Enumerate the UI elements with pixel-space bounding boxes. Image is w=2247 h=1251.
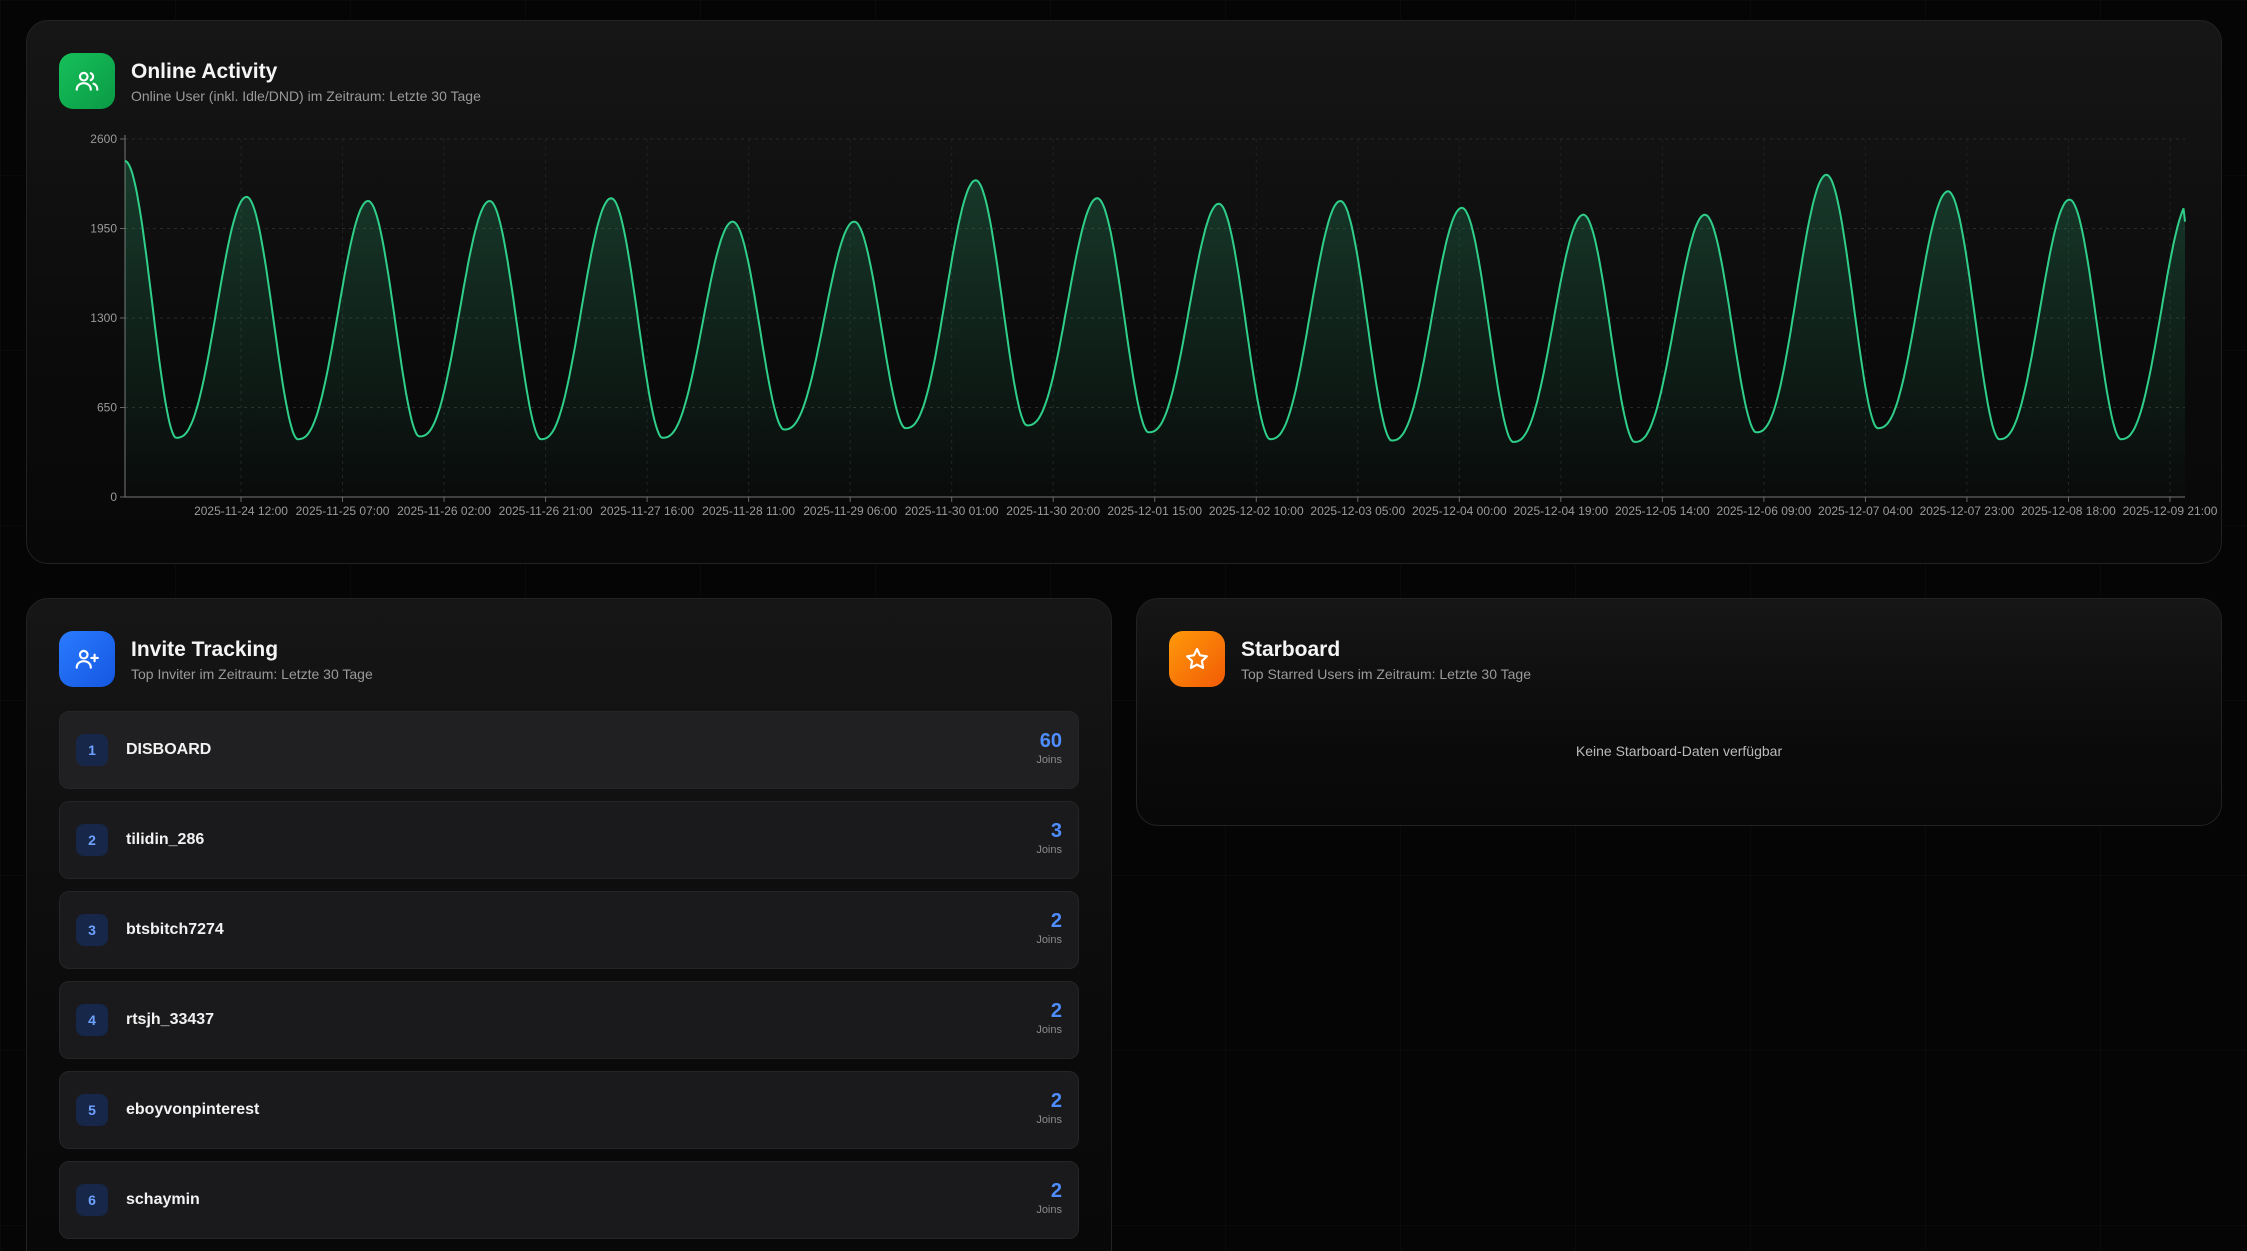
online-activity-card: 0 650 1300 1950 2600 2025-11-24 12:00 2025-11-… <box>26 20 2222 564</box>
user-plus-icon <box>59 631 115 687</box>
joins-stat: 2 Joins <box>1036 1000 1062 1036</box>
invite-row[interactable]: 5 eboyvonpinterest 2 Joins <box>59 1071 1079 1149</box>
invite-row[interactable]: 6 schaymin 2 Joins <box>59 1161 1079 1239</box>
joins-count: 60 <box>1039 730 1062 752</box>
star-icon <box>1169 631 1225 687</box>
joins-stat: 2 Joins <box>1036 1090 1062 1126</box>
invite-row[interactable]: 4 rtsjh_33437 2 Joins <box>59 981 1079 1059</box>
users-icon <box>59 53 115 109</box>
x-tick-label: 2025-11-25 07:00 <box>296 504 390 518</box>
inviter-name: btsbitch7274 <box>126 921 224 938</box>
online-activity-header: Online Activity Online User (inkl. Idle/… <box>59 53 481 109</box>
x-tick-label: 2025-11-27 16:00 <box>600 504 694 518</box>
x-tick-label: 2025-12-03 05:00 <box>1310 504 1405 518</box>
x-tick-label: 2025-12-06 09:00 <box>1717 504 1812 518</box>
joins-label: Joins <box>1036 754 1062 766</box>
starboard-subtitle: Top Starred Users im Zeitraum: Letzte 30… <box>1241 665 1531 682</box>
joins-count: 3 <box>1050 820 1062 842</box>
online-activity-title: Online Activity <box>131 59 278 83</box>
invite-tracking-title: Invite Tracking <box>131 637 279 661</box>
inviter-name: DISBOARD <box>126 741 212 758</box>
invite-row[interactable]: 1 DISBOARD 60 Joins <box>59 711 1079 789</box>
x-tick-label: 2025-12-07 23:00 <box>1920 504 2015 518</box>
joins-count: 2 <box>1050 910 1062 932</box>
joins-label: Joins <box>1036 1114 1062 1126</box>
y-tick-label: 650 <box>97 401 117 415</box>
x-tick-label: 2025-11-29 06:00 <box>803 504 897 518</box>
y-tick-label: 0 <box>110 490 117 504</box>
invite-row[interactable]: 3 btsbitch7274 2 Joins <box>59 891 1079 969</box>
invite-row[interactable]: 2 tilidin_286 3 Joins <box>59 801 1079 879</box>
x-tick-label: 2025-12-04 00:00 <box>1412 504 1507 518</box>
joins-count: 2 <box>1050 1180 1062 1202</box>
x-tick-label: 2025-12-05 14:00 <box>1615 504 1710 518</box>
x-tick-label: 2025-11-26 02:00 <box>397 504 491 518</box>
rank-badge: 3 <box>76 914 108 946</box>
invite-tracking-card: Invite Tracking Top Inviter im Zeitraum:… <box>26 598 1112 1251</box>
joins-count: 2 <box>1050 1090 1062 1112</box>
inviter-name: schaymin <box>126 1191 200 1208</box>
invite-list: 1 DISBOARD 60 Joins 2 tilidin_286 3 Join… <box>59 711 1079 1251</box>
x-tick-label: 2025-12-08 18:00 <box>2021 504 2116 518</box>
x-tick-label: 2025-12-02 10:00 <box>1209 504 1304 518</box>
starboard-card: Starboard Top Starred Users im Zeitraum:… <box>1136 598 2222 826</box>
inviter-name: tilidin_286 <box>126 831 205 848</box>
starboard-title: Starboard <box>1241 637 1341 661</box>
invite-tracking-subtitle: Top Inviter im Zeitraum: Letzte 30 Tage <box>131 665 373 682</box>
x-tick-label: 2025-12-04 19:00 <box>1513 504 1608 518</box>
joins-label: Joins <box>1036 1204 1062 1216</box>
rank-badge: 5 <box>76 1094 108 1126</box>
joins-stat: 3 Joins <box>1036 820 1062 856</box>
joins-stat: 2 Joins <box>1036 1180 1062 1216</box>
y-tick-label: 1950 <box>90 222 117 236</box>
inviter-name: rtsjh_33437 <box>126 1011 215 1028</box>
joins-stat: 60 Joins <box>1036 730 1062 766</box>
x-tick-label: 2025-11-24 12:00 <box>194 504 288 518</box>
x-tick-label: 2025-12-07 04:00 <box>1818 504 1913 518</box>
x-tick-label: 2025-11-30 20:00 <box>1006 504 1100 518</box>
online-activity-subtitle: Online User (inkl. Idle/DND) im Zeitraum… <box>131 87 481 104</box>
joins-label: Joins <box>1036 844 1062 856</box>
starboard-header: Starboard Top Starred Users im Zeitraum:… <box>1169 631 1531 687</box>
y-tick-label: 2600 <box>90 132 117 146</box>
joins-stat: 2 Joins <box>1036 910 1062 946</box>
x-tick-label: 2025-11-26 21:00 <box>499 504 593 518</box>
rank-badge: 2 <box>76 824 108 856</box>
x-tick-label: 2025-12-09 21:00 <box>2123 504 2218 518</box>
joins-label: Joins <box>1036 934 1062 946</box>
inviter-name: eboyvonpinterest <box>126 1101 260 1118</box>
rank-badge: 1 <box>76 734 108 766</box>
y-tick-label: 1300 <box>90 311 117 325</box>
x-tick-label: 2025-11-30 01:00 <box>905 504 999 518</box>
joins-label: Joins <box>1036 1024 1062 1036</box>
invite-tracking-header: Invite Tracking Top Inviter im Zeitraum:… <box>59 631 373 687</box>
x-tick-label: 2025-11-28 11:00 <box>702 504 795 518</box>
rank-badge: 4 <box>76 1004 108 1036</box>
x-tick-label: 2025-12-01 15:00 <box>1107 504 1202 518</box>
joins-count: 2 <box>1050 1000 1062 1022</box>
starboard-empty-message: Keine Starboard-Daten verfügbar <box>1575 743 1783 759</box>
rank-badge: 6 <box>76 1184 108 1216</box>
